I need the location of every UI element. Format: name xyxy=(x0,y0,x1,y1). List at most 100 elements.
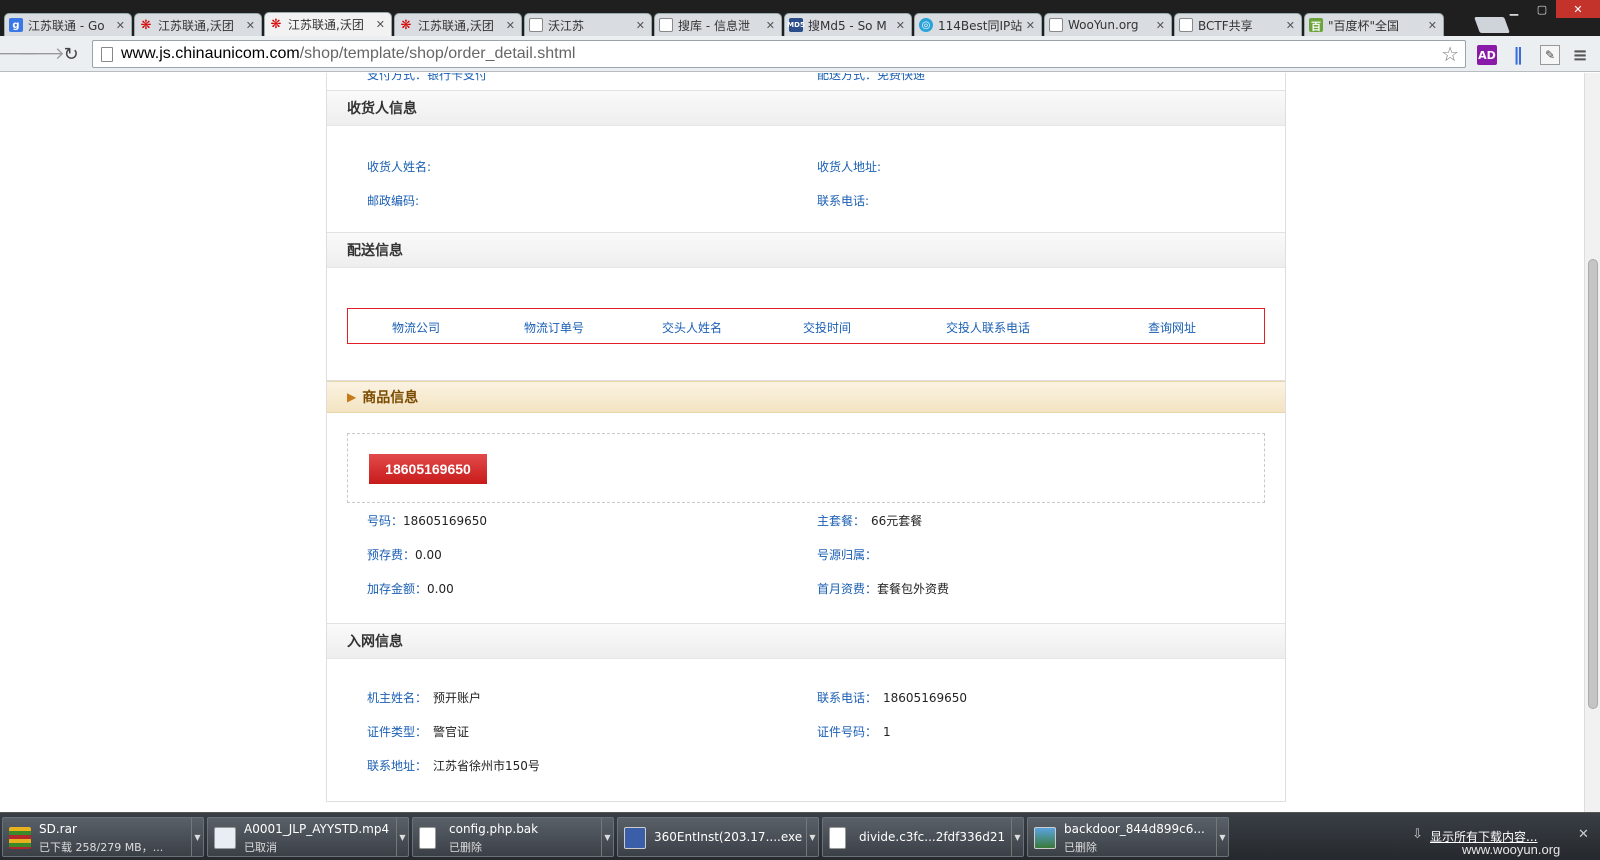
page-icon xyxy=(529,18,543,32)
close-downloads-icon[interactable]: ✕ xyxy=(1578,827,1589,842)
first-month-fee-field: 首月资费：套餐包外资费 xyxy=(817,582,950,596)
extension-pen-icon[interactable]: ✎ xyxy=(1540,45,1560,65)
page-icon xyxy=(1179,18,1193,32)
scrollbar-thumb[interactable] xyxy=(1588,259,1598,709)
page-icon xyxy=(1049,18,1063,32)
download-menu-icon[interactable]: ▼ xyxy=(1216,818,1228,856)
col-handover-name: 交头人姓名 xyxy=(662,321,723,335)
download-item[interactable]: 360EntInst(203.17....exe ▼ xyxy=(617,817,819,857)
unicom-icon: ❋ xyxy=(400,17,412,33)
browser-tab[interactable]: MD5 搜Md5 - So M ✕ xyxy=(784,13,912,36)
download-item[interactable]: backdoor_844d899c6... 已删除 ▼ xyxy=(1027,817,1229,857)
tab-title: WooYun.org xyxy=(1068,18,1139,32)
download-status: 已取消 xyxy=(244,841,277,854)
plan-field: 主套餐： 66元套餐 xyxy=(817,514,923,528)
browser-tab-active[interactable]: ❋ 江苏联通,沃团 ✕ xyxy=(264,12,392,36)
col-query-url: 查询网址 xyxy=(1148,321,1197,335)
browser-tab[interactable]: 搜库 - 信息泄 ✕ xyxy=(654,13,782,36)
minimize-icon[interactable]: ▁ xyxy=(1500,0,1528,18)
menu-icon[interactable]: ≡ xyxy=(1570,45,1590,66)
browser-toolbar: 🡐 🡒 ↻ www.js.chinaunicom.com/shop/templa… xyxy=(0,36,1600,72)
download-menu-icon[interactable]: ▼ xyxy=(806,818,818,856)
tab-close-icon[interactable]: ✕ xyxy=(1428,19,1437,32)
tab-close-icon[interactable]: ✕ xyxy=(1026,19,1035,32)
tab-title: 江苏联通,沃团 xyxy=(158,18,234,33)
download-item[interactable]: divide.c3fc...2fdf336d21 ▼ xyxy=(822,817,1024,857)
tab-close-icon[interactable]: ✕ xyxy=(246,19,255,32)
zip-code-field: 邮政编码: xyxy=(367,194,420,208)
owner-name-field: 机主姓名： 预开账户 xyxy=(367,691,482,705)
video-icon xyxy=(214,827,236,849)
tab-close-icon[interactable]: ✕ xyxy=(506,19,515,32)
browser-tab[interactable]: 百 "百度杯"全国 ✕ xyxy=(1304,13,1444,36)
browser-tab[interactable]: ◎ 114Best同IP站 ✕ xyxy=(914,13,1042,36)
download-shelf: SD.rar 已下载 258/279 MB，... ▼ A0001_JLP_AY… xyxy=(0,812,1600,860)
address-bar[interactable]: www.js.chinaunicom.com/shop/template/sho… xyxy=(92,40,1466,68)
tab-close-icon[interactable]: ✕ xyxy=(116,19,125,32)
contact-address-field: 联系地址： 江苏省徐州市150号 xyxy=(367,759,540,773)
tab-close-icon[interactable]: ✕ xyxy=(376,18,385,31)
window-controls: ▁ ▢ ✕ xyxy=(1500,0,1600,18)
number-origin-field: 号源归属： xyxy=(817,548,878,562)
forward-arrow-icon[interactable]: 🡒 xyxy=(19,44,65,64)
download-menu-icon[interactable]: ▼ xyxy=(396,818,408,856)
receiver-phone-field: 联系电话: xyxy=(817,194,870,208)
tab-title: 江苏联通,沃团 xyxy=(418,18,494,33)
adblock-icon[interactable]: AD xyxy=(1477,45,1497,65)
new-tab-button[interactable] xyxy=(1474,17,1510,33)
vertical-scrollbar[interactable] xyxy=(1584,73,1600,812)
tab-title: BCTF共享 xyxy=(1198,18,1253,33)
page-icon xyxy=(101,46,113,62)
download-menu-icon[interactable]: ▼ xyxy=(191,818,203,856)
tab-close-icon[interactable]: ✕ xyxy=(1156,19,1165,32)
download-filename: 360EntInst(203.17....exe xyxy=(654,830,803,844)
download-filename: divide.c3fc...2fdf336d21 xyxy=(859,830,1006,844)
watermark: www.wooyun.org xyxy=(1462,842,1561,857)
tab-close-icon[interactable]: ✕ xyxy=(636,19,645,32)
page-viewport: 支付方式：银行卡支付 配送方式：免费快递 收货人信息 收货人姓名: 收货人地址:… xyxy=(0,73,1584,812)
download-filename: SD.rar xyxy=(39,822,77,836)
browser-tab[interactable]: WooYun.org ✕ xyxy=(1044,13,1172,36)
url-path: /shop/template/shop/order_detail.shtml xyxy=(299,45,576,62)
tab-close-icon[interactable]: ✕ xyxy=(896,19,905,32)
tab-close-icon[interactable]: ✕ xyxy=(766,19,775,32)
tab-close-icon[interactable]: ✕ xyxy=(1286,19,1295,32)
download-menu-icon[interactable]: ▼ xyxy=(601,818,613,856)
col-handover-time: 交投时间 xyxy=(803,321,852,335)
tab-title: 114Best同IP站 xyxy=(938,18,1022,33)
number-field: 号码：18605169650 xyxy=(367,514,487,528)
extension-bars-icon[interactable]: ∥ xyxy=(1508,45,1528,66)
download-item[interactable]: A0001_JLP_AYYSTD.mp4 已取消 ▼ xyxy=(207,817,409,857)
window-close-icon[interactable]: ✕ xyxy=(1556,0,1600,18)
baidu-icon: 百 xyxy=(1309,18,1323,33)
receiver-address-field: 收货人地址: xyxy=(817,160,882,174)
unicom-icon: ❋ xyxy=(270,17,282,32)
phone-number-badge: 18605169650 xyxy=(369,454,487,484)
col-logistics-company: 物流公司 xyxy=(392,321,441,335)
bookmark-star-icon[interactable]: ☆ xyxy=(1441,42,1459,67)
receiver-section-title: 收货人信息 xyxy=(327,90,1285,126)
browser-tab[interactable]: g 江苏联通 - Go ✕ xyxy=(4,13,132,36)
download-item[interactable]: SD.rar 已下载 258/279 MB，... ▼ xyxy=(2,817,204,857)
download-filename: config.php.bak xyxy=(449,822,539,836)
download-menu-icon[interactable]: ▼ xyxy=(1011,818,1023,856)
download-item[interactable]: config.php.bak 已删除 ▼ xyxy=(412,817,614,857)
download-filename: A0001_JLP_AYYSTD.mp4 xyxy=(244,822,390,836)
download-arrow-icon: ⇩ xyxy=(1412,827,1423,842)
browser-tab[interactable]: BCTF共享 ✕ xyxy=(1174,13,1302,36)
browser-tab[interactable]: ❋ 江苏联通,沃团 ✕ xyxy=(134,13,262,36)
receiver-name-field: 收货人姓名: xyxy=(367,160,432,174)
tab-title: 江苏联通,沃团 xyxy=(288,18,364,32)
google-icon: g xyxy=(9,18,23,32)
download-status: 已删除 xyxy=(1064,841,1097,854)
browser-tab[interactable]: ❋ 江苏联通,沃团 ✕ xyxy=(394,13,522,36)
download-status: 已删除 xyxy=(449,841,482,854)
browser-tab[interactable]: 沃江苏 ✕ xyxy=(524,13,652,36)
maximize-icon[interactable]: ▢ xyxy=(1528,0,1556,18)
delivery-section-title: 配送信息 xyxy=(327,232,1285,268)
reload-icon[interactable]: ↻ xyxy=(61,44,81,65)
file-icon xyxy=(419,827,436,849)
tab-strip: g 江苏联通 - Go ✕ ❋ 江苏联通,沃团 ✕ ❋ 江苏联通,沃团 ✕ ❋ … xyxy=(0,0,1600,36)
delivery-table-header: 物流公司 物流订单号 交头人姓名 交投时间 交投人联系电话 查询网址 xyxy=(347,308,1265,344)
extra-amount-field: 加存金额：0.00 xyxy=(367,582,454,596)
